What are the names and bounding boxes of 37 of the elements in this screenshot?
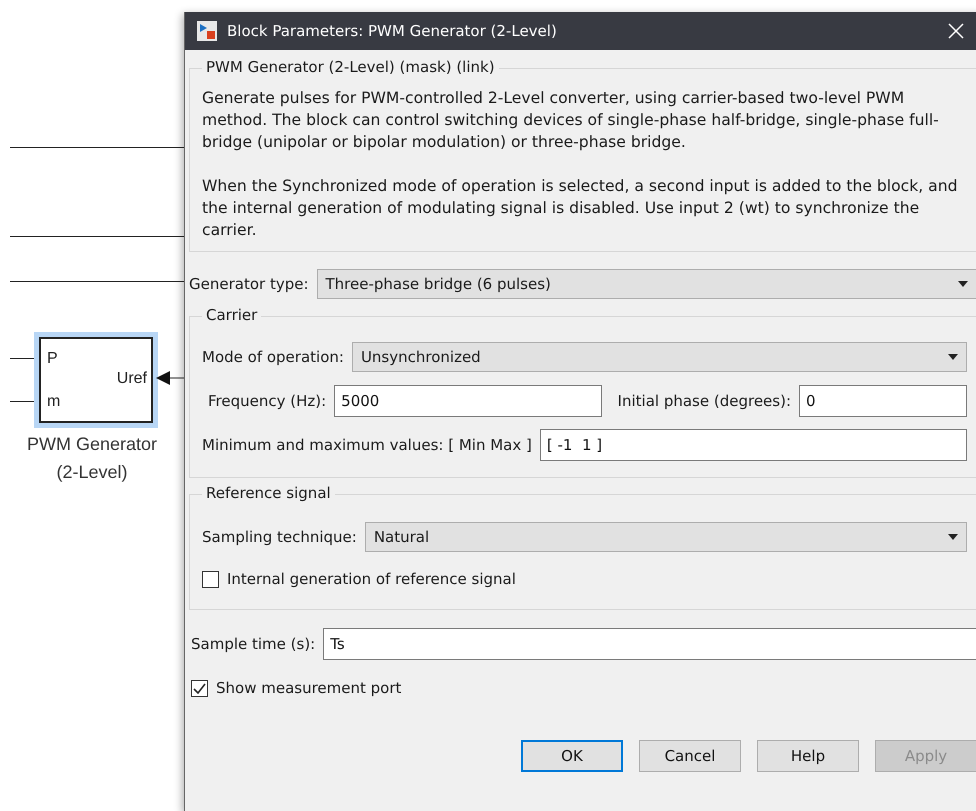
field-label: Sampling technique:: [202, 528, 357, 546]
input-field[interactable]: 5000: [334, 385, 602, 417]
dialog-button[interactable]: Help: [757, 740, 859, 772]
dropdown[interactable]: Three-phase bridge (6 pulses): [316, 269, 976, 299]
field-label: Initial phase (degrees):: [618, 392, 791, 410]
field-label: Generator type:: [189, 275, 309, 293]
field-label: Frequency (Hz):: [208, 392, 326, 410]
signal-arrow-icon: [155, 370, 184, 386]
simulink-block-icon: [197, 21, 217, 41]
dropdown-caret-icon: [958, 281, 968, 287]
checkbox[interactable]: [191, 680, 208, 696]
port-label: m: [47, 394, 60, 410]
checkbox-label: Show measurement port: [216, 679, 402, 697]
description-text: When the Synchronized mode of operation is selected, a second input is added to the block, and the internal generation of modulating signal is disabled. Use input 2 (wt) to synchronize the carrier.: [202, 176, 959, 241]
checkbox-label: Internal generation of reference signal: [227, 570, 516, 588]
input-field[interactable]: [ -1 1 ]: [540, 429, 967, 461]
close-icon[interactable]: [948, 23, 964, 39]
dropdown[interactable]: Unsynchronized: [352, 342, 967, 372]
port-label: Uref: [116, 371, 147, 387]
dropdown-caret-icon: [948, 354, 958, 360]
group-title: Reference signal: [202, 484, 335, 502]
input-field[interactable]: Ts: [323, 628, 976, 660]
field-label: Sample time (s):: [191, 635, 316, 653]
dialog-button[interactable]: Cancel: [639, 740, 741, 772]
port-label: P: [47, 351, 58, 367]
window-title: Block Parameters: PWM Generator (2-Level): [227, 22, 558, 40]
description-text: Generate pulses for PWM-controlled 2-Level converter, using carrier-based two-level PWM method. The block can control switching devices of single-phase half-bridge, single-phase full-bridge (unipolar or bipolar modulation) or three-phase bridge.: [202, 88, 940, 153]
dropdown[interactable]: Natural: [364, 522, 967, 552]
pwm-generator-block[interactable]: P m Uref: [39, 337, 153, 423]
checkbox[interactable]: [202, 570, 219, 588]
group-title: PWM Generator (2-Level) (mask) (link): [202, 58, 499, 76]
dialog-button[interactable]: OK: [521, 740, 623, 772]
input-field[interactable]: 0: [799, 385, 967, 417]
field-label: Minimum and maximum values: [ Min Max ]: [202, 436, 532, 454]
dropdown-caret-icon: [948, 534, 958, 540]
block-label: PWM Generator (2-Level): [26, 433, 158, 484]
field-label: Mode of operation:: [202, 348, 344, 366]
